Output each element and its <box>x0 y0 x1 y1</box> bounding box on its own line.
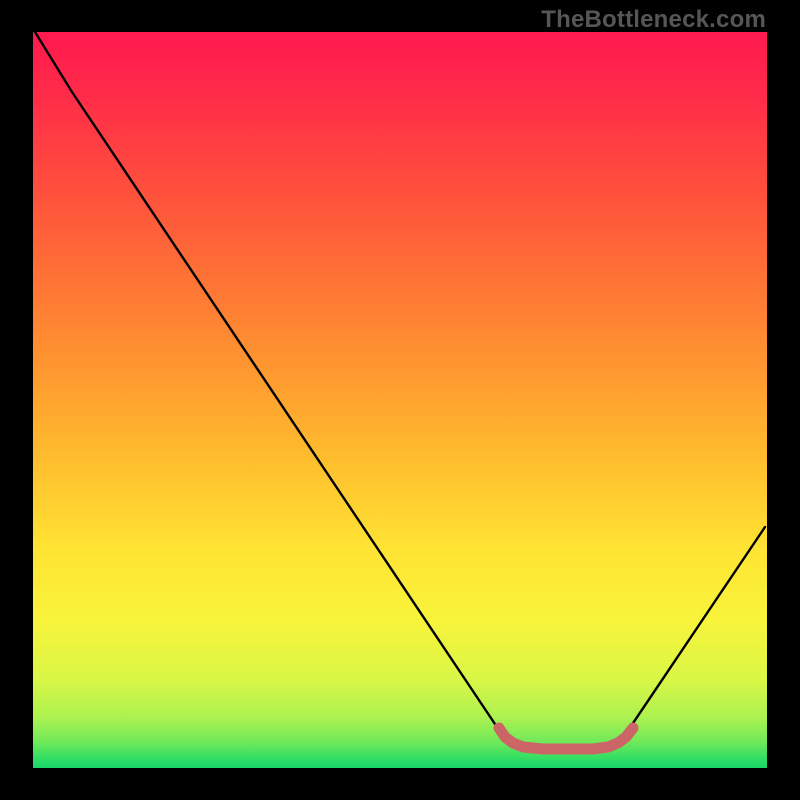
chart-frame <box>33 32 767 768</box>
watermark-text: TheBottleneck.com <box>541 6 766 34</box>
chart-background <box>33 32 767 768</box>
chart-svg <box>33 32 767 768</box>
